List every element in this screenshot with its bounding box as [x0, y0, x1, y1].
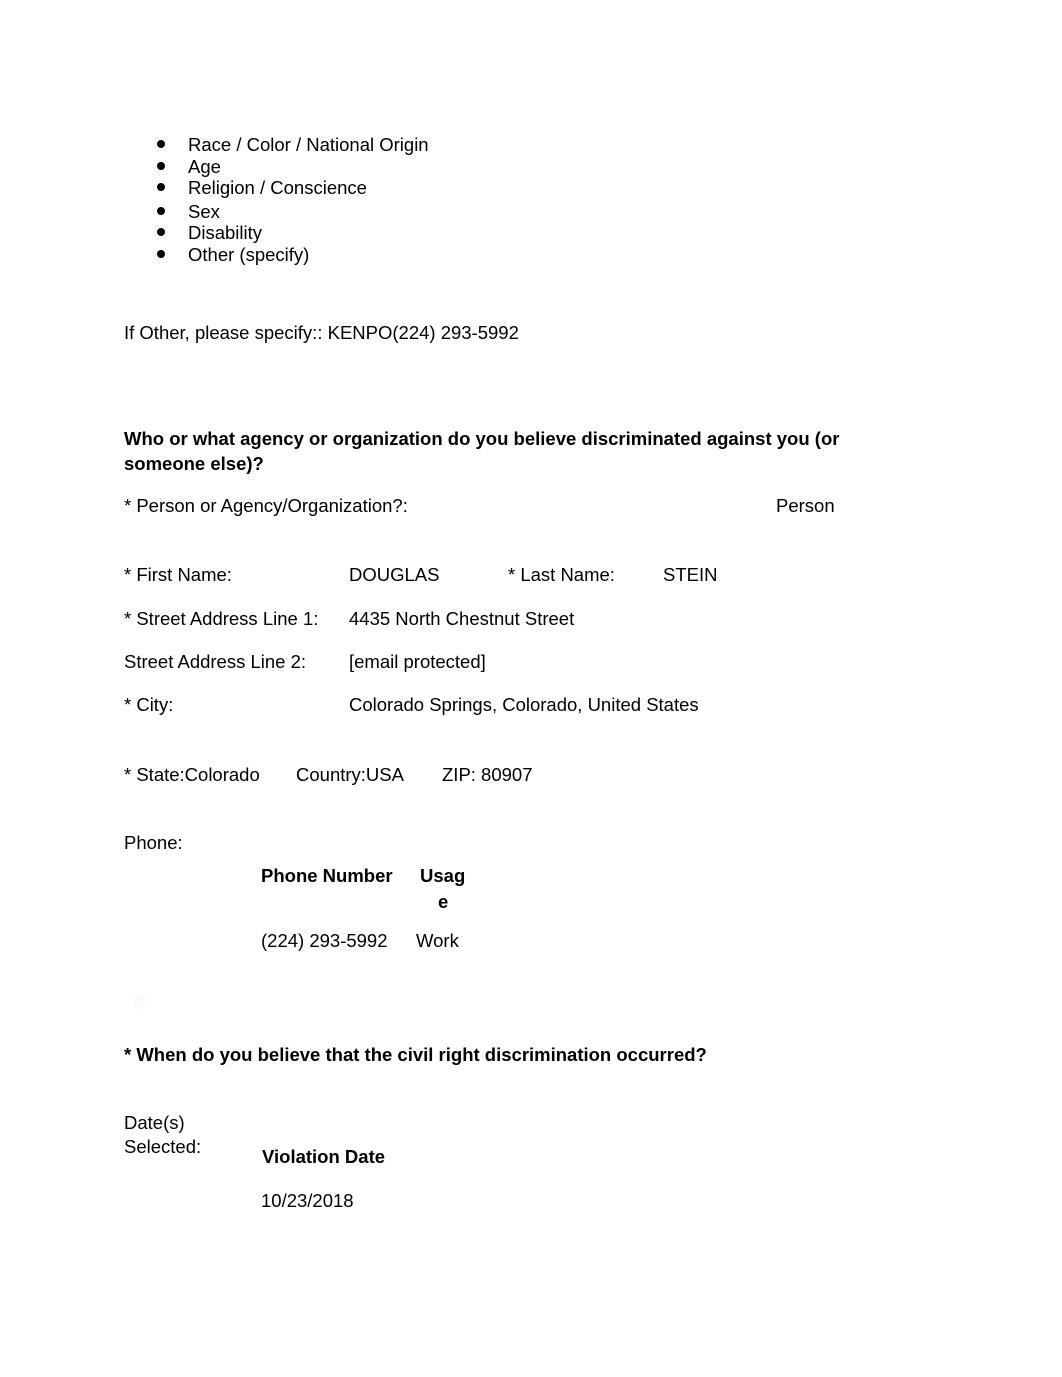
city-label: * City:	[124, 694, 174, 715]
phone-number-cell: (224) 293-5992	[261, 930, 388, 951]
other-specify-text: If Other, please specify:: KENPO(224) 29…	[124, 322, 519, 343]
usage-cell: Work	[416, 930, 459, 951]
usage-column-header-wrap: e	[438, 891, 449, 912]
address-line2-label: Street Address Line 2:	[124, 651, 307, 672]
dates-selected-label-line2: Selected:	[124, 1136, 202, 1157]
bullet-icon	[157, 207, 165, 215]
violation-date-column-header: Violation Date	[262, 1146, 386, 1167]
address-line1-label: * Street Address Line 1:	[124, 608, 319, 629]
bullet-icon	[157, 162, 165, 170]
first-name-value: DOUGLAS	[349, 564, 440, 585]
address-line1-value: 4435 North Chestnut Street	[349, 608, 575, 629]
list-item-label: Religion / Conscience	[188, 177, 367, 198]
address-line2-value: [email protected]	[349, 651, 486, 672]
date-section-heading: * When do you believe that the civil rig…	[124, 1044, 707, 1065]
list-item-label: Other (specify)	[188, 244, 310, 265]
list-item-label: Disability	[188, 222, 263, 243]
zip-field: ZIP: 80907	[442, 764, 533, 785]
list-item-label: Age	[188, 156, 221, 177]
phone-number-column-header: Phone Number	[261, 865, 393, 886]
last-name-label: * Last Name:	[508, 564, 615, 585]
state-field: * State:Colorado	[124, 764, 260, 785]
respondent-heading-line2: someone else)?	[124, 453, 264, 474]
country-field: Country:USA	[296, 764, 404, 785]
usage-column-header: Usag	[420, 865, 466, 886]
respondent-type-label: * Person or Agency/Organization?:	[124, 495, 408, 516]
bullet-icon	[157, 183, 165, 191]
bullet-icon	[157, 228, 165, 236]
faint-artifact	[134, 995, 145, 1009]
list-item-label: Race / Color / National Origin	[188, 134, 429, 155]
bullet-icon	[157, 140, 165, 148]
dates-selected-label-line1: Date(s)	[124, 1112, 185, 1133]
phone-label: Phone:	[124, 832, 183, 853]
city-value: Colorado Springs, Colorado, United State…	[349, 694, 699, 715]
violation-date-cell: 10/23/2018	[261, 1190, 354, 1211]
respondent-heading-line1: Who or what agency or organization do yo…	[124, 428, 840, 449]
respondent-type-value: Person	[776, 495, 835, 516]
list-item-label: Sex	[188, 201, 220, 222]
bullet-icon	[157, 250, 165, 258]
last-name-value: STEIN	[663, 564, 718, 585]
first-name-label: * First Name:	[124, 564, 232, 585]
